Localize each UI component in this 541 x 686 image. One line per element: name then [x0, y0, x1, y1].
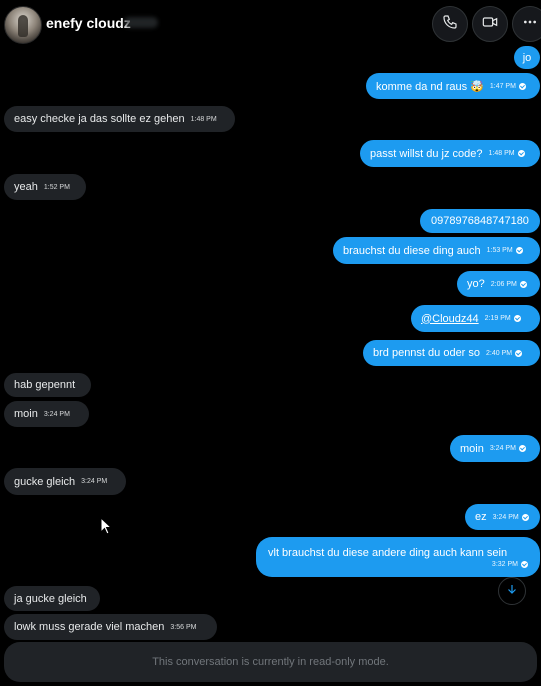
- message-time: 3:24 PM: [489, 445, 516, 452]
- mouse-cursor-icon: [100, 516, 113, 535]
- message-time: 3:56 PM: [170, 623, 197, 631]
- avatar[interactable]: [4, 6, 42, 44]
- more-horizontal-icon: [522, 14, 538, 35]
- message-bubble-incoming[interactable]: lowk muss gerade viel machen 3:56 PM: [4, 614, 217, 640]
- message-text: komme da nd raus 🤯: [376, 80, 484, 93]
- message-bubble-incoming[interactable]: yeah 1:52 PM: [4, 174, 86, 200]
- message-bubble-incoming[interactable]: ja gucke gleich: [4, 586, 100, 611]
- message-bubble-incoming[interactable]: easy checke ja das sollte ez gehen 1:48 …: [4, 106, 235, 132]
- message-text: 0978976848747180: [431, 215, 529, 227]
- message-bubble-outgoing[interactable]: moin 3:24 PM: [450, 435, 540, 462]
- read-only-text: This conversation is currently in read-o…: [152, 656, 389, 668]
- message-text: hab gepennt: [14, 379, 76, 391]
- message-text: brauchst du diese ding auch: [343, 244, 481, 257]
- message-text: moin: [460, 442, 484, 455]
- read-check-icon: [515, 349, 523, 357]
- message-text: passt willst du jz code?: [370, 147, 483, 160]
- message-time: 3:24 PM: [43, 410, 70, 418]
- read-only-notice: This conversation is currently in read-o…: [4, 642, 537, 682]
- message-bubble-outgoing[interactable]: vlt brauchst du diese andere ding auch k…: [256, 537, 540, 577]
- message-text: ez: [475, 511, 487, 523]
- message-time: 1:52 PM: [43, 183, 70, 191]
- message-time: 2:06 PM: [490, 280, 517, 288]
- message-bubble-outgoing[interactable]: 0978976848747180: [420, 209, 540, 233]
- message-time: 1:48 PM: [488, 150, 515, 157]
- message-bubble-outgoing[interactable]: yo? 2:06 PM: [457, 271, 540, 297]
- message-bubble-outgoing[interactable]: brd pennst du oder so 2:40 PM: [363, 340, 540, 366]
- message-text: easy checke ja das sollte ez gehen: [14, 113, 185, 125]
- message-bubble-outgoing[interactable]: ez 3:24 PM: [465, 504, 540, 530]
- message-text: vlt brauchst du diese andere ding auch k…: [268, 546, 508, 559]
- message-bubble-outgoing[interactable]: komme da nd raus 🤯 1:47 PM: [366, 73, 540, 99]
- scroll-to-bottom-button[interactable]: [498, 577, 526, 605]
- video-call-button[interactable]: [472, 6, 508, 42]
- message-time: 1:47 PM: [489, 82, 516, 90]
- message-time: 1:53 PM: [486, 247, 513, 254]
- message-bubble-outgoing[interactable]: passt willst du jz code? 1:48 PM: [360, 140, 540, 167]
- message-time: 2:40 PM: [486, 349, 513, 357]
- message-text: moin: [14, 408, 38, 420]
- message-time: 3:32 PM: [491, 560, 518, 568]
- read-check-icon: [521, 560, 528, 568]
- video-icon: [482, 14, 498, 35]
- phone-icon: [442, 14, 458, 35]
- message-bubble-outgoing[interactable]: jo: [514, 46, 540, 69]
- message-time: 1:48 PM: [190, 115, 217, 123]
- read-check-icon: [515, 247, 523, 254]
- message-meta: 3:32 PM: [486, 560, 528, 568]
- message-time: 2:19 PM: [484, 315, 511, 322]
- message-text: yo?: [467, 278, 485, 290]
- read-check-icon: [517, 150, 525, 157]
- conversation-header: enefy cloudz: [0, 0, 541, 48]
- message-time: 3:24 PM: [492, 513, 519, 521]
- message-text: gucke gleich: [14, 475, 76, 488]
- mention-link[interactable]: @Cloudz44: [421, 313, 479, 325]
- message-bubble-incoming[interactable]: moin 3:24 PM: [4, 401, 89, 427]
- message-text: ja gucke gleich: [14, 592, 87, 605]
- read-check-icon: [519, 280, 527, 288]
- message-text: yeah: [14, 181, 38, 193]
- message-text: lowk muss gerade viel machen: [14, 621, 165, 633]
- message-text: brd pennst du oder so: [373, 347, 481, 359]
- message-time: 3:24 PM: [81, 478, 108, 485]
- message-bubble-incoming[interactable]: hab gepennt: [4, 373, 91, 397]
- arrow-down-icon: [506, 582, 518, 600]
- read-check-icon: [521, 513, 529, 521]
- read-check-icon: [518, 445, 526, 452]
- contact-name[interactable]: enefy cloudz: [46, 15, 131, 31]
- voice-call-button[interactable]: [432, 6, 468, 42]
- blurred-handle: [124, 17, 158, 28]
- message-bubble-incoming[interactable]: gucke gleich 3:24 PM: [4, 468, 126, 495]
- read-check-icon: [513, 315, 521, 322]
- message-text: jo: [522, 51, 532, 64]
- read-check-icon: [518, 82, 526, 90]
- message-bubble-outgoing[interactable]: brauchst du diese ding auch 1:53 PM: [333, 237, 540, 264]
- message-bubble-outgoing[interactable]: @Cloudz44 2:19 PM: [411, 305, 540, 332]
- more-options-button[interactable]: [512, 6, 541, 42]
